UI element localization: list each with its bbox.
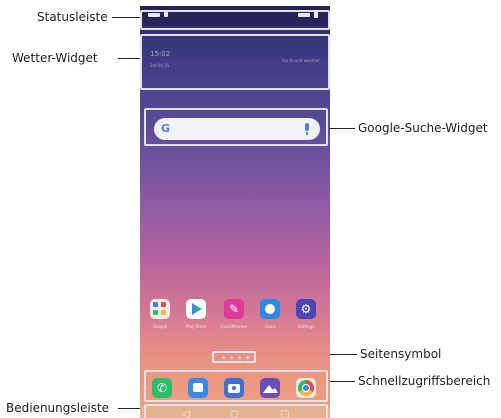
label-statusleiste: Statusleiste — [37, 10, 108, 24]
messages-icon[interactable] — [188, 378, 208, 398]
app-quickmemo-icon[interactable]: ✎ — [224, 299, 244, 319]
leader-statusleiste — [112, 17, 142, 18]
google-search-widget: G — [144, 108, 328, 146]
back-button[interactable]: ◁ — [182, 409, 190, 418]
play-store-icon — [192, 303, 202, 315]
weather-hint: Tap to add weather — [281, 58, 320, 63]
weather-time: 15:02 — [150, 50, 171, 58]
label-bedienungsleiste: Bedienungsleiste — [6, 401, 110, 415]
label-wetter-widget: Wetter-Widget — [12, 51, 98, 65]
gear-icon: ⚙ — [300, 302, 312, 316]
phone-icon[interactable]: ✆ — [152, 378, 172, 398]
page-indicator — [212, 351, 256, 363]
search-bar[interactable]: G — [154, 118, 320, 140]
label-google-suche-widget: Google-Suche-Widget — [358, 121, 488, 135]
pen-icon: ✎ — [228, 302, 240, 316]
phone-home-screen: 15:02 Sat 04 25 Tap to add weather G Goo… — [140, 6, 330, 418]
leader-wetter-widget — [118, 58, 142, 59]
leader-bedienungsleiste — [118, 408, 142, 409]
microphone-icon[interactable] — [305, 123, 309, 135]
app-clock-icon[interactable] — [260, 299, 280, 319]
app-label: Clock — [264, 324, 276, 329]
gallery-icon[interactable] — [260, 378, 280, 398]
page-dot[interactable] — [246, 356, 249, 359]
label-schnellzugriffsbereich: Schnellzugriffsbereich — [358, 374, 491, 388]
leader-schnellzugriff — [329, 381, 355, 382]
leader-google-suche — [329, 128, 355, 129]
app-play-store-icon[interactable] — [186, 299, 206, 319]
app-google-folder-icon[interactable] — [150, 299, 170, 319]
mountain-icon — [263, 385, 278, 393]
google-logo-icon: G — [161, 122, 171, 135]
page-dot[interactable] — [230, 356, 233, 359]
page-dot[interactable] — [238, 356, 241, 359]
home-button[interactable]: ○ — [230, 409, 239, 418]
recent-apps-button[interactable]: □ — [280, 409, 289, 418]
app-label: Google — [152, 324, 168, 329]
app-label: Play Store — [185, 324, 207, 329]
page-dot[interactable] — [222, 356, 225, 359]
app-label: QuickMemo+ — [220, 324, 248, 329]
statusleiste-highlight — [140, 10, 330, 30]
app-label: Settings — [297, 324, 315, 329]
chrome-icon[interactable] — [296, 378, 316, 398]
handset-glyph: ✆ — [156, 381, 168, 395]
weather-date: Sat 04 25 — [150, 63, 170, 68]
weather-widget[interactable]: 15:02 Sat 04 25 Tap to add weather — [140, 34, 330, 90]
camera-icon[interactable] — [224, 378, 244, 398]
label-seitensymbol: Seitensymbol — [360, 347, 442, 361]
app-settings-icon[interactable]: ⚙ — [296, 299, 316, 319]
